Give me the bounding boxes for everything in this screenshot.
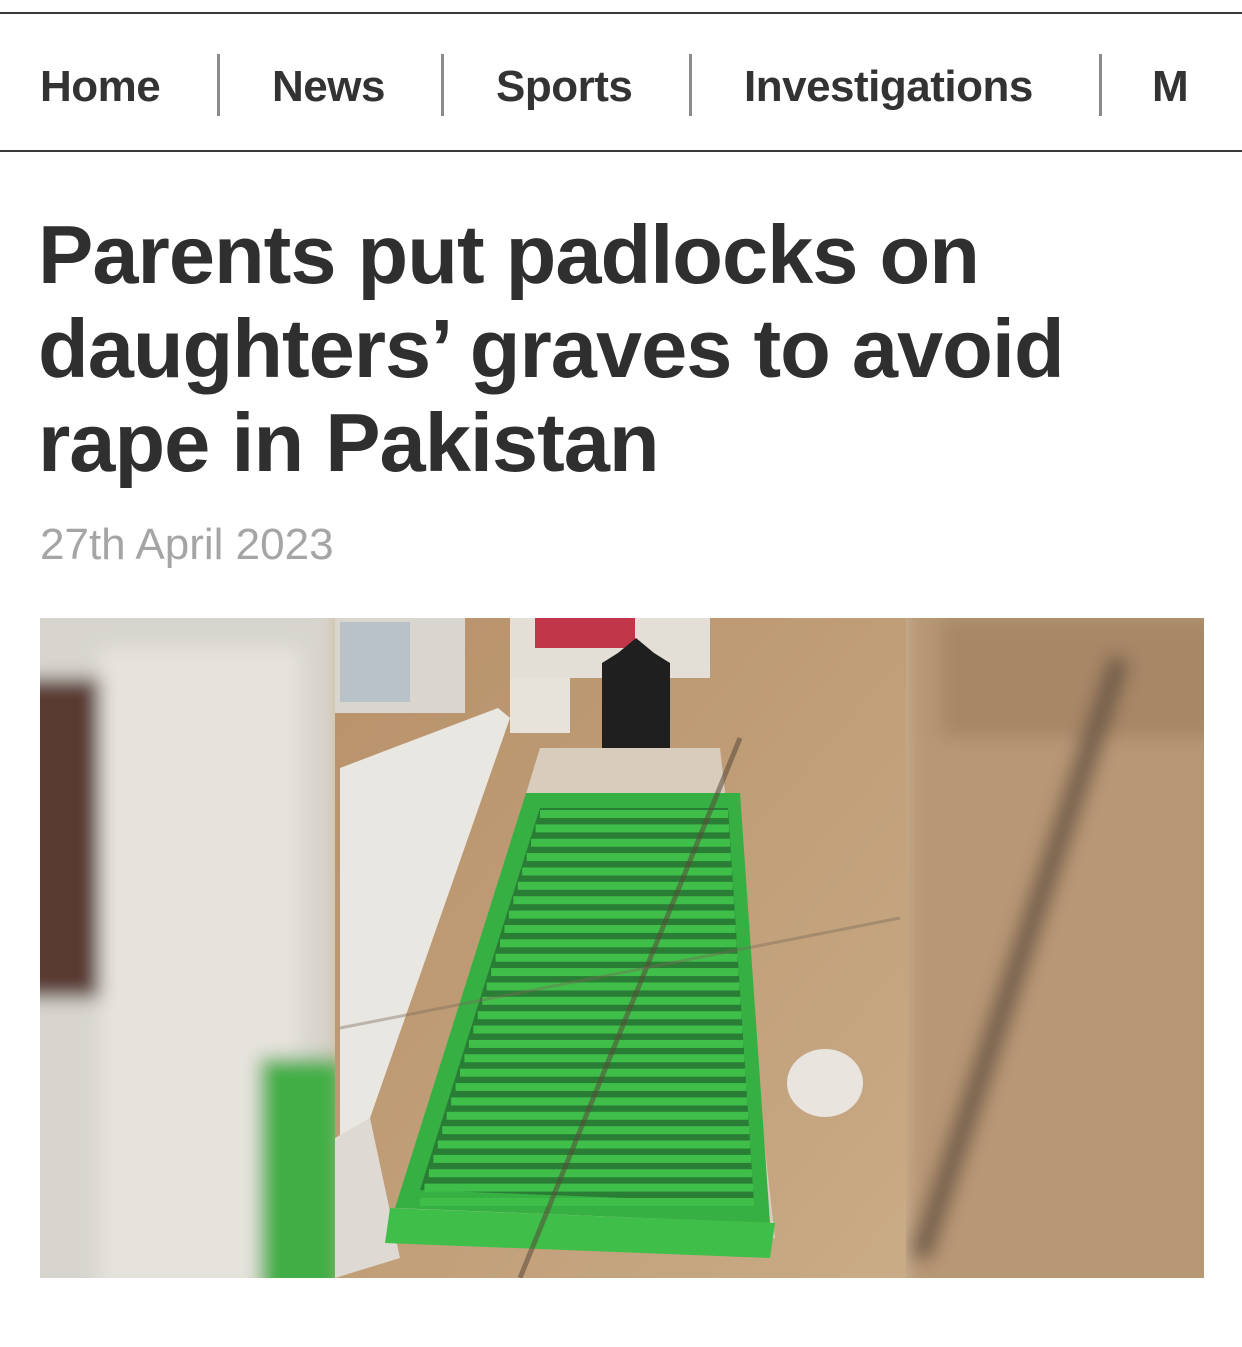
- nav-separator: [217, 54, 220, 116]
- article-date: 27th April 2023: [40, 520, 334, 569]
- grate-bar: [473, 1025, 743, 1034]
- grate-bar: [424, 1183, 754, 1192]
- grate-bar: [526, 853, 731, 862]
- nav-investigations-link[interactable]: Investigations: [744, 62, 1033, 112]
- grate-bar: [468, 1039, 744, 1048]
- article-photo: [40, 618, 1204, 1278]
- center-photo: [335, 618, 906, 1278]
- blurred-left-panel: [40, 618, 340, 1278]
- grate-bar: [508, 910, 735, 919]
- grate-bar: [500, 939, 737, 948]
- nav-separator: [441, 54, 444, 116]
- nav-more-link[interactable]: M: [1152, 62, 1189, 112]
- grate-bar: [540, 810, 728, 818]
- grate-bar: [477, 1011, 742, 1020]
- grate-bar: [446, 1111, 749, 1120]
- headline-line: rape in Pakistan: [38, 396, 660, 489]
- grate-bar: [517, 881, 733, 890]
- grate-bar: [482, 996, 741, 1005]
- grate-bar: [486, 982, 740, 991]
- nav-sports-link[interactable]: Sports: [496, 62, 633, 112]
- grate-bar: [442, 1126, 750, 1135]
- grate-bar: [420, 1198, 754, 1206]
- grate-bar: [451, 1097, 748, 1106]
- nav-bottom-divider: [0, 150, 1242, 152]
- grate-bar: [504, 924, 736, 933]
- nav-home-link[interactable]: Home: [40, 62, 161, 112]
- top-navigation: Home News Sports Investigations M: [0, 14, 1242, 150]
- blurred-right-panel: [906, 618, 1204, 1278]
- grate-bar: [513, 896, 734, 905]
- grate-bar: [437, 1140, 751, 1149]
- headline-line: Parents put padlocks on: [38, 208, 980, 301]
- nav-news-link[interactable]: News: [272, 62, 385, 112]
- grate-bar: [433, 1154, 752, 1163]
- grave-grate-photo: [40, 618, 1204, 1278]
- grate-bar: [522, 867, 732, 876]
- nav-separator: [1099, 54, 1102, 116]
- grate-bar: [428, 1169, 753, 1178]
- headline-line: daughters’ graves to avoid: [38, 302, 1065, 395]
- nav-separator: [689, 54, 692, 116]
- article-headline: Parents put padlocks on daughters’ grave…: [38, 208, 1218, 490]
- grate-bar: [464, 1054, 745, 1063]
